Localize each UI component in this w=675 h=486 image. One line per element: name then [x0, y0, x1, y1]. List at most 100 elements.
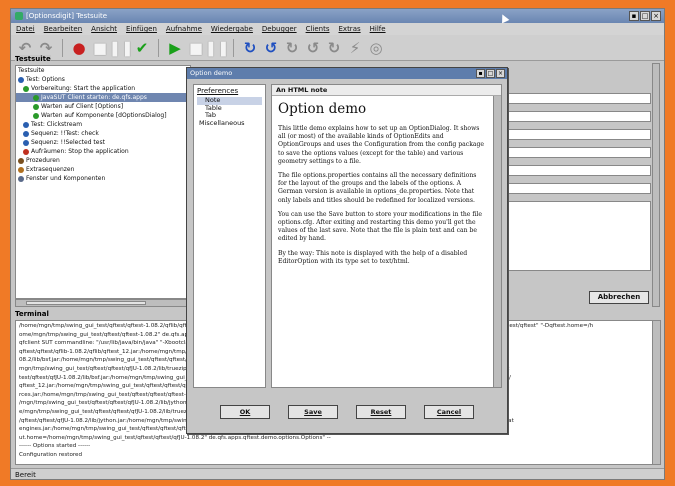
- tree-node-icon: [18, 175, 24, 182]
- pause-icon[interactable]: ❚❚: [204, 40, 229, 56]
- tree-node-label: Extrasequenzen: [26, 166, 75, 173]
- menu-9[interactable]: Hilfe: [370, 23, 386, 35]
- tree-node-icon: [18, 76, 24, 83]
- minimize-button[interactable]: ▪: [629, 11, 639, 21]
- tree-node[interactable]: Prozeduren: [16, 156, 190, 165]
- pause-record-icon[interactable]: ❚❚: [108, 40, 133, 56]
- play-icon[interactable]: ▶: [167, 40, 183, 56]
- dialog-close-button[interactable]: ×: [496, 69, 505, 78]
- window-title: [Optionsdigit] Testsuite: [26, 12, 108, 20]
- app-icon: [15, 12, 23, 20]
- tree-node[interactable]: Sequenz: !!Test: check: [16, 129, 190, 138]
- menu-8[interactable]: Extras: [339, 23, 361, 35]
- tree-node-icon: [33, 112, 39, 119]
- tree-node[interactable]: Warten auf Komponente [dOptionsDialog]: [16, 111, 190, 120]
- tree-node-label: Warten auf Client [Options]: [41, 103, 124, 110]
- tree-node-icon: [18, 166, 24, 173]
- status-bar: Bereit: [11, 468, 664, 479]
- step-out-icon[interactable]: ↻: [284, 40, 300, 56]
- preferences-title: Preferences: [197, 87, 239, 95]
- tree-node-icon: [23, 130, 29, 137]
- tree-node[interactable]: Fenster und Komponenten: [16, 174, 190, 183]
- tree-node-label: Prozeduren: [26, 157, 60, 164]
- save-button[interactable]: Save: [288, 405, 338, 419]
- menu-2[interactable]: Ansicht: [91, 23, 117, 35]
- tree-horizontal-scrollbar[interactable]: [15, 299, 191, 307]
- tree-node-icon: [23, 85, 29, 92]
- tree-node[interactable]: Sequenz: !!Selected test: [16, 138, 190, 147]
- stop-record-icon[interactable]: ■: [92, 40, 108, 56]
- toolbar-separator: [62, 38, 63, 57]
- details-vertical-scrollbar[interactable]: [652, 63, 660, 307]
- tree-node-icon: [23, 121, 29, 128]
- testsuite-tree[interactable]: Testsuite Test: Options Vorbereitung: Star…: [15, 65, 191, 299]
- note-panel-title: An HTML note: [272, 85, 501, 96]
- tree-node-label: JavaSUT Client starten: de.qfs.apps: [41, 94, 147, 101]
- ok-button[interactable]: OK: [220, 405, 270, 419]
- tree-node-label: Test: Clickstream: [31, 121, 83, 128]
- cancel-button[interactable]: Cancel: [424, 405, 474, 419]
- tree-node-label: Test: Options: [26, 76, 65, 83]
- dialog-titlebar[interactable]: Option demo ▪ □ ×: [187, 68, 507, 79]
- tree-node-icon: [33, 94, 39, 101]
- menu-3[interactable]: Einfügen: [126, 23, 157, 35]
- tree-node[interactable]: Aufräumen: Stop the application: [16, 147, 190, 156]
- tree-node-label: Warten auf Komponente [dOptionsDialog]: [41, 112, 167, 119]
- tree-node[interactable]: Testsuite: [16, 66, 190, 75]
- pref-item[interactable]: Miscellaneous: [197, 119, 262, 128]
- note-panel: An HTML note Option demo This little dem…: [271, 84, 502, 388]
- check-icon[interactable]: ✔: [134, 40, 150, 56]
- terminal-line: ------ Options started ------: [19, 443, 91, 450]
- abbrechen-button[interactable]: Abbrechen: [589, 291, 649, 304]
- tree-node-label: Vorbereitung: Start the application: [31, 85, 136, 92]
- close-button[interactable]: ×: [651, 11, 661, 21]
- scrollbar-thumb[interactable]: [26, 301, 146, 305]
- tree-node[interactable]: JavaSUT Client starten: de.qfs.apps: [16, 93, 190, 102]
- tree-node[interactable]: Vorbereitung: Start the application: [16, 84, 190, 93]
- menu-4[interactable]: Aufnahme: [166, 23, 202, 35]
- window-titlebar[interactable]: [Optionsdigit] Testsuite ▪ □ ×: [11, 9, 664, 23]
- testsuite-label: Testsuite: [15, 55, 51, 63]
- redo-icon[interactable]: ↷: [38, 40, 54, 56]
- stop-icon[interactable]: ■: [188, 40, 204, 56]
- menu-bar: Datei Bearbeiten Ansicht Einfügen Aufnahme Wi…: [11, 23, 664, 35]
- tree-node-label: Sequenz: !!Test: check: [31, 130, 99, 137]
- tree-node-icon: [33, 103, 39, 110]
- menu-1[interactable]: Bearbeiten: [44, 23, 82, 35]
- dialog-minimize-button[interactable]: ▪: [476, 69, 485, 78]
- breakpoint-icon[interactable]: ◎: [368, 40, 384, 56]
- maximize-button[interactable]: □: [640, 11, 650, 21]
- menu-0[interactable]: Datei: [16, 23, 35, 35]
- menu-6[interactable]: Debugger: [262, 23, 297, 35]
- menu-7[interactable]: Clients: [306, 23, 330, 35]
- dialog-title: Option demo: [190, 69, 233, 77]
- dialog-maximize-button[interactable]: □: [486, 69, 495, 78]
- menu-5[interactable]: Wiedergabe: [211, 23, 253, 35]
- terminal-line: ut.home=/home/mgn/tmp/swing_gui_test/qft…: [19, 434, 331, 441]
- undo-icon[interactable]: ↶: [17, 40, 33, 56]
- tree-node-icon: [23, 139, 29, 146]
- tree-node[interactable]: Test: Options: [16, 75, 190, 84]
- continue-icon[interactable]: ↻: [326, 40, 342, 56]
- note-paragraph: The file options.properties contains all…: [278, 172, 477, 204]
- tree-node-label: Testsuite: [18, 67, 45, 74]
- record-icon[interactable]: ●: [71, 40, 87, 56]
- tree-node-label: Fenster und Komponenten: [26, 175, 106, 182]
- toolbar-separator: [233, 38, 234, 57]
- note-vertical-scrollbar[interactable]: [493, 96, 501, 387]
- skip-icon[interactable]: ↺: [305, 40, 321, 56]
- break-icon[interactable]: ⚡: [347, 40, 363, 56]
- reset-button[interactable]: Reset: [356, 405, 406, 419]
- dialog-button-row: OK Save Reset Cancel: [187, 405, 507, 419]
- tree-node-label: Sequenz: !!Selected test: [31, 139, 105, 146]
- tree-node[interactable]: Test: Clickstream: [16, 120, 190, 129]
- tree-node[interactable]: Extrasequenzen: [16, 165, 190, 174]
- terminal-line: Configuration restored: [19, 451, 83, 458]
- terminal-vertical-scrollbar[interactable]: [652, 321, 660, 464]
- step-in-icon[interactable]: ↻: [242, 40, 258, 56]
- preferences-tree: Preferences Note Table Tab Miscellaneous: [193, 84, 266, 388]
- tree-node[interactable]: Warten auf Client [Options]: [16, 102, 190, 111]
- toolbar: ↶ ↷ ● ■ ❚❚ ✔ ▶ ■ ❚❚ ↻ ↺ ↻ ↺ ↻ ⚡ ◎: [11, 35, 664, 61]
- toolbar-separator: [158, 38, 159, 57]
- step-over-icon[interactable]: ↺: [263, 40, 279, 56]
